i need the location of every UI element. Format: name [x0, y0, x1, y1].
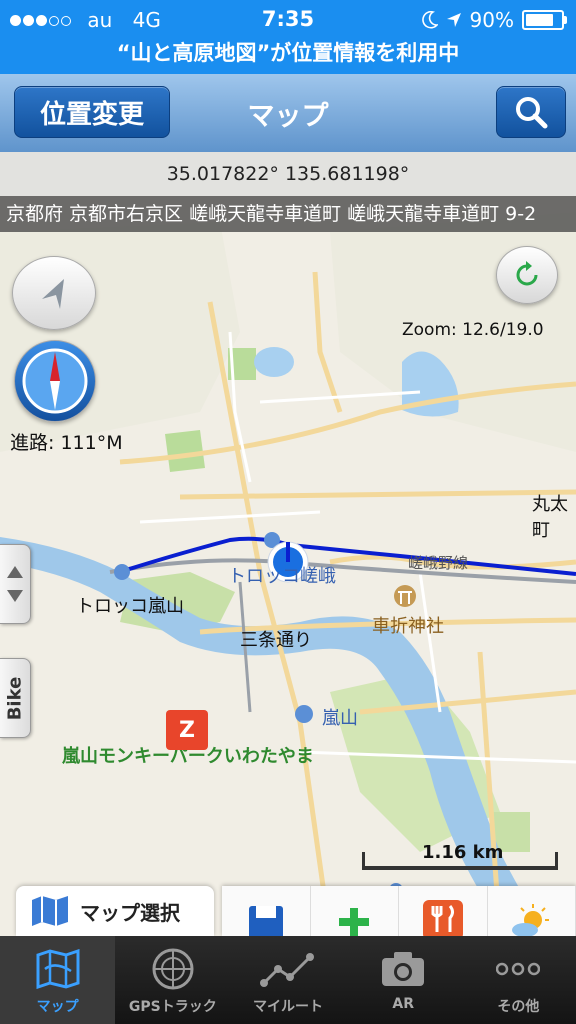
shrine-marker[interactable]	[394, 585, 416, 607]
map-select-label: マップ選択	[80, 900, 180, 925]
save-button[interactable]	[222, 886, 311, 936]
tab-label: マップ	[36, 999, 79, 1015]
tab-bar: マップ GPSトラック マイルート AR その他	[0, 936, 576, 1024]
weather-button[interactable]	[488, 886, 576, 936]
weather-icon	[512, 904, 550, 936]
status-bar: au 4G 7:35 90%	[0, 0, 576, 40]
tab-gps-track[interactable]: GPSトラック	[115, 936, 230, 1024]
tab-more[interactable]: その他	[461, 936, 576, 1024]
route-icon	[260, 953, 314, 987]
nav-bar: 位置変更 マップ	[0, 74, 576, 153]
restaurant-button[interactable]	[399, 886, 488, 936]
camera-icon	[382, 952, 425, 986]
battery-icon	[522, 10, 567, 30]
tab-label: AR	[392, 996, 415, 1012]
place-label: 車折神社	[372, 616, 444, 637]
tab-my-route[interactable]: マイルート	[230, 936, 345, 1024]
zoo-badge[interactable]: Z	[166, 710, 208, 750]
tab-label: その他	[497, 999, 540, 1015]
tab-label: マイルート	[253, 999, 323, 1015]
map-select-button[interactable]: マップ選択	[16, 886, 214, 936]
tool-buttons	[222, 886, 576, 936]
tab-label: GPSトラック	[128, 999, 217, 1015]
location-usage-banner[interactable]: “山と高原地図”が位置情報を利用中	[0, 40, 576, 74]
compass-button[interactable]	[14, 340, 96, 422]
refresh-button[interactable]	[496, 246, 558, 304]
coordinates-bar: 35.017822° 135.681198°	[0, 152, 576, 196]
add-button[interactable]	[311, 886, 399, 936]
more-icon	[496, 962, 541, 976]
navigation-mode-button[interactable]	[12, 256, 96, 330]
map-icon	[32, 896, 68, 926]
place-label: 嵯峨野線	[408, 554, 469, 572]
map-icon	[36, 949, 80, 989]
bike-mode-tab[interactable]: Bike	[0, 658, 31, 738]
radar-icon	[152, 948, 194, 990]
battery-percent: 90%	[469, 8, 514, 32]
park-area	[165, 430, 205, 472]
heading-readout: 進路: 111°M	[10, 432, 123, 454]
map-tool-strip: マップ選択	[0, 886, 576, 936]
navigation-arrow-icon	[42, 279, 64, 309]
location-arrow-icon	[446, 13, 461, 27]
address-bar: 京都府 京都市右京区 嵯峨天龍寺車道町 嵯峨天龍寺車道町 9-2	[0, 196, 576, 232]
status-right: 90%	[421, 8, 567, 32]
search-button[interactable]	[496, 86, 566, 138]
station-marker[interactable]	[295, 705, 313, 723]
place-label: トロッコ嵯峨	[228, 566, 336, 587]
tab-map[interactable]: マップ	[0, 936, 116, 1024]
save-icon	[248, 906, 283, 936]
scale-bar: 1.16 km	[362, 842, 558, 874]
up-down-icon	[7, 566, 23, 602]
scale-label: 1.16 km	[422, 842, 504, 863]
place-label: 三条通り	[240, 630, 312, 651]
place-label: 嵐山	[322, 708, 358, 729]
compass-icon	[22, 348, 88, 414]
pond	[254, 347, 294, 377]
change-location-button[interactable]: 位置変更	[14, 86, 170, 138]
tab-ar[interactable]: AR	[346, 936, 461, 1024]
refresh-icon	[516, 261, 538, 286]
restaurant-icon	[422, 900, 463, 936]
zoo-badge-label: Z	[179, 717, 195, 743]
plus-icon	[339, 908, 370, 936]
zoom-stepper[interactable]	[0, 544, 31, 624]
zoom-readout: Zoom: 12.6/19.0	[402, 320, 544, 340]
place-label: 丸太町	[532, 494, 568, 541]
station-marker[interactable]	[114, 564, 130, 580]
place-label: トロッコ嵐山	[76, 596, 184, 617]
moon-icon	[421, 11, 438, 29]
bike-mode-label: Bike	[4, 676, 26, 720]
search-icon	[516, 97, 548, 129]
